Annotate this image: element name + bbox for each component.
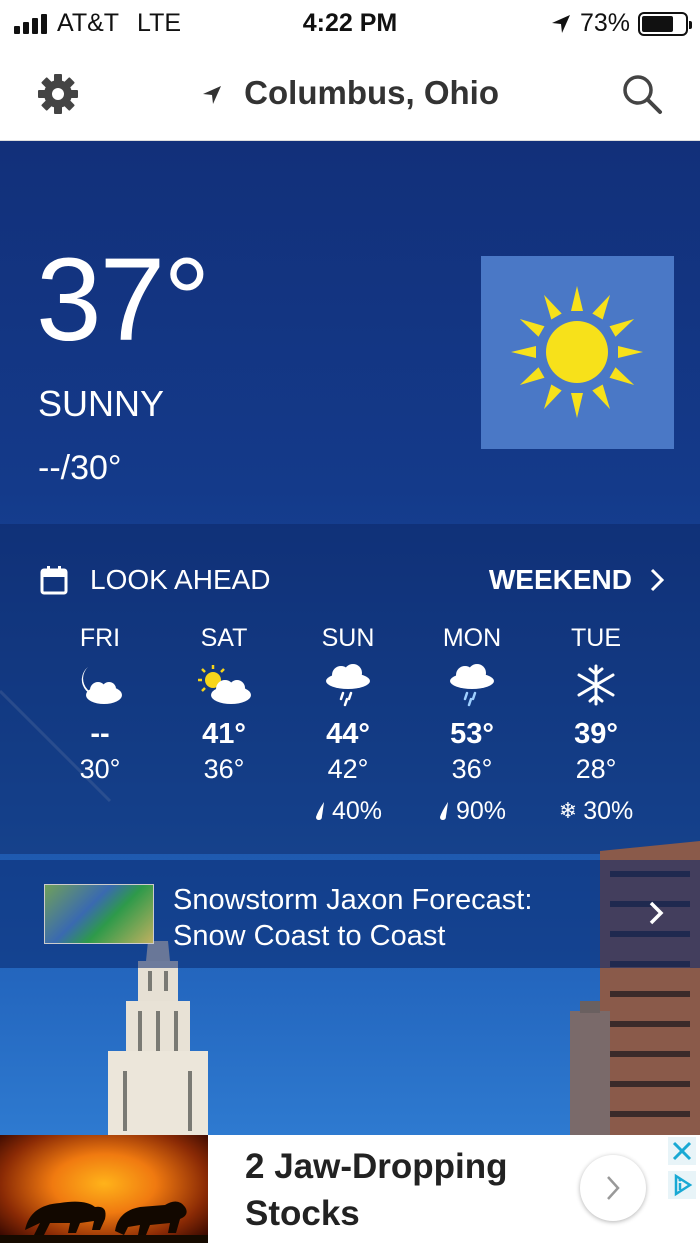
chevron-right-icon	[649, 901, 664, 925]
moon-cloud-icon	[81, 667, 122, 704]
forecast-day[interactable]: FRI -- 30°	[38, 624, 162, 826]
day-low: 42°	[327, 754, 369, 784]
look-ahead-title: LOOK AHEAD	[90, 564, 271, 595]
day-high: 39°	[574, 718, 618, 750]
look-ahead-header: LOOK AHEAD	[40, 564, 271, 596]
day-low: 28°	[575, 754, 617, 784]
partly-sunny-icon	[198, 665, 251, 704]
location-services-icon	[551, 14, 570, 33]
battery-percent: 73%	[579, 9, 630, 37]
daily-forecast-list: FRI -- 30° SAT 41° 36° SUN 44° 42° 40% M…	[38, 624, 658, 826]
day-precip: 90%	[410, 796, 534, 826]
condition-icon-box	[481, 256, 674, 449]
day-name: TUE	[571, 624, 621, 652]
day-high: --	[90, 718, 110, 750]
forecast-day[interactable]: TUE 39° 28° ❄ 30%	[534, 624, 658, 826]
news-headline: Snowstorm Jaxon Forecast: Snow Coast to …	[173, 882, 593, 954]
skyline-building	[570, 1001, 610, 1135]
close-icon[interactable]	[668, 1137, 696, 1165]
current-conditions[interactable]: 37° SUNNY --/30°	[0, 141, 700, 524]
sun-icon	[511, 286, 643, 418]
day-precip	[162, 796, 286, 826]
app-header: Columbus, Ohio	[0, 46, 700, 141]
chevron-right-icon	[650, 568, 664, 592]
day-low: 36°	[451, 754, 493, 784]
day-low: 30°	[79, 754, 121, 784]
weekend-link[interactable]: WEEKEND	[489, 564, 664, 596]
search-icon[interactable]	[620, 72, 664, 116]
current-temperature: 37°	[36, 234, 210, 366]
rain-icon	[450, 664, 494, 707]
ad-title: 2 Jaw-Dropping Stocks	[245, 1143, 565, 1237]
current-condition: SUNNY	[38, 383, 165, 424]
battery-icon	[638, 11, 692, 36]
snowflake-icon	[577, 664, 615, 706]
day-precip	[38, 796, 162, 826]
status-right: 73%	[550, 9, 692, 38]
precip-chance: 30%	[583, 796, 634, 825]
raindrop-icon	[315, 802, 324, 820]
day-precip: ❄ 30%	[534, 796, 658, 826]
day-high: 53°	[450, 718, 494, 750]
day-name: SAT	[200, 624, 248, 652]
snowflake-icon: ❄	[558, 798, 578, 823]
rain-icon	[326, 664, 370, 707]
ad-open-button[interactable]	[580, 1155, 646, 1221]
news-headline-line1: Snowstorm Jaxon Forecast:	[173, 884, 533, 916]
news-headline-line2: Snow Coast to Coast	[173, 920, 446, 952]
weekend-label: WEEKEND	[488, 564, 632, 595]
raindrop-icon	[439, 802, 448, 820]
forecast-day[interactable]: SUN 44° 42° 40%	[286, 624, 410, 826]
calendar-icon	[40, 566, 68, 595]
day-high: 44°	[326, 718, 370, 750]
day-name: FRI	[79, 624, 121, 652]
precip-chance: 40%	[331, 796, 383, 825]
day-name: MON	[442, 624, 502, 652]
location-label: Columbus, Ohio	[244, 74, 499, 111]
day-name: SUN	[321, 624, 375, 652]
look-ahead-panel: LOOK AHEAD WEEKEND FRI -- 30° SAT 41° 36…	[0, 524, 700, 854]
ad-title-line1: 2 Jaw-Dropping	[245, 1147, 508, 1186]
location-title[interactable]: Columbus, Ohio	[0, 74, 700, 112]
skyline-tower	[108, 941, 208, 1135]
main-content: 37° SUNNY --/30° LOOK AHEAD WEEKEND FRI …	[0, 141, 700, 1135]
ad-title-line2: Stocks	[245, 1194, 360, 1233]
ad-image	[0, 1135, 208, 1243]
day-precip: 40%	[286, 796, 410, 826]
status-bar: AT&T LTE 4:22 PM 73%	[0, 0, 700, 46]
ad-banner[interactable]: 2 Jaw-Dropping Stocks	[0, 1135, 700, 1243]
chevron-right-icon	[607, 1176, 620, 1200]
precip-chance: 90%	[455, 796, 507, 825]
ad-choices-icon[interactable]	[668, 1171, 696, 1199]
day-high: 41°	[202, 718, 246, 750]
news-banner[interactable]: Snowstorm Jaxon Forecast: Snow Coast to …	[0, 860, 700, 968]
day-low: 36°	[203, 754, 245, 784]
forecast-day[interactable]: SAT 41° 36°	[162, 624, 286, 826]
location-arrow-icon	[203, 86, 221, 105]
current-hi-lo: --/30°	[38, 449, 122, 487]
bear-bull-silhouette-icon	[0, 1201, 208, 1243]
forecast-day[interactable]: MON 53° 36° 90%	[410, 624, 534, 826]
news-thumbnail	[44, 884, 154, 944]
